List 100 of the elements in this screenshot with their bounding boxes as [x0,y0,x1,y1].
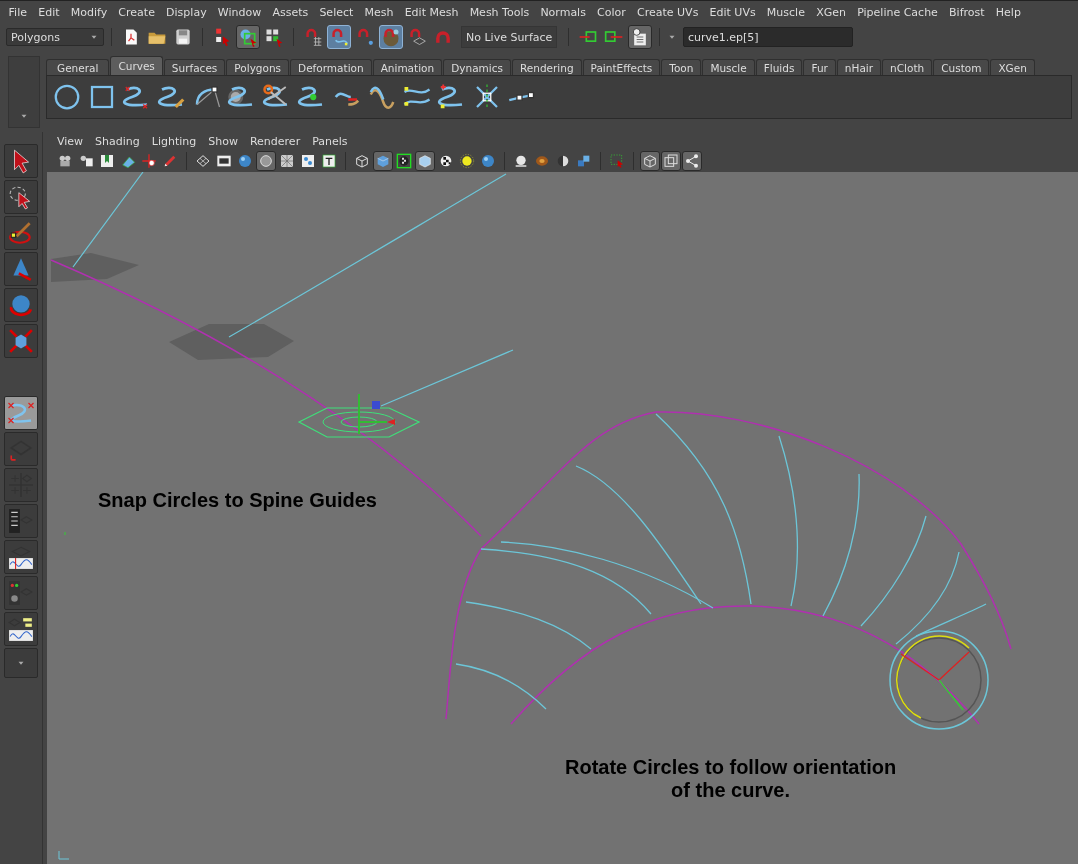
snap-plane-icon [407,27,427,47]
tool-button[interactable] [4,540,38,574]
shelf-tab[interactable]: Curves [110,56,163,75]
menu-item[interactable]: Edit [32,5,66,19]
shelf-tab[interactable]: nCloth [882,59,933,75]
cube-icon [375,153,391,169]
shelf-tab[interactable]: Deformation [290,59,372,75]
panel-menu-item[interactable]: View [51,134,90,148]
circle-icon [52,82,82,112]
shelf-tab[interactable]: PaintEffects [582,59,661,75]
panel-button[interactable] [139,151,159,171]
panel-button[interactable] [373,151,393,171]
menu-item[interactable]: Mesh Tools [464,5,535,19]
snap-curve-icon [329,27,349,47]
magnet-icon [435,30,451,44]
shelf-tab[interactable]: XGen [990,59,1035,75]
panel-menu-item[interactable]: Shading [89,134,146,148]
camera-attributes-icon [78,153,94,169]
menu-item[interactable]: Assets [266,5,314,19]
text-icon [321,153,337,169]
hypershade-view-icon [8,580,34,606]
shelf-tab[interactable]: Fluids [755,59,803,75]
panel-menu-item[interactable]: Renderer [243,134,307,148]
menu-item[interactable]: Help [990,5,1027,19]
tool-button[interactable] [4,612,38,646]
pencil-icon [162,153,178,169]
tool-button[interactable] [4,180,38,214]
object-select-icon [238,27,258,47]
panel-button[interactable] [415,151,435,171]
scale-cube-icon [8,328,34,354]
menu-item[interactable]: Window [212,5,267,19]
panel-menu-item[interactable]: Panels [306,134,354,148]
menu-item[interactable]: Normals [534,5,592,19]
panel-button[interactable] [394,151,414,171]
panel-button[interactable] [457,151,477,171]
share-icon [684,153,700,169]
shelf-tab[interactable]: Rendering [511,59,582,75]
grid-icon [195,153,211,169]
panel-button[interactable] [661,151,681,171]
checker-ball-icon [438,153,454,169]
toolbar-button[interactable] [236,25,260,49]
cube-icon [417,153,433,169]
shelf-tab[interactable]: Muscle [702,59,755,75]
shelf-tab[interactable]: Dynamics [443,59,511,75]
sphere-icon [480,153,496,169]
snap-point-icon [355,27,375,47]
tool-button[interactable] [4,396,38,430]
menu-item[interactable]: Color [591,5,632,19]
menu-item[interactable]: Select [313,5,359,19]
panel-button[interactable] [256,151,276,171]
multi-view-icon [8,616,34,642]
graph-view-icon [8,544,34,570]
component-select-icon [264,27,284,47]
textured-sphere-icon [534,153,550,169]
menu-item[interactable]: Bifrost [943,5,991,19]
menu-item[interactable]: Modify [65,5,113,19]
snap-grid-icon [303,27,323,47]
shelf-tab[interactable]: Animation [372,59,443,75]
select-region-icon [609,153,625,169]
shelf-tab[interactable]: nHair [836,59,882,75]
grid-icon [279,153,295,169]
menu-item[interactable]: Display [160,5,213,19]
camera-icon [57,153,73,169]
menu-item[interactable]: Muscle [761,5,811,19]
sphere-icon [513,153,529,169]
film-gate-icon [216,153,232,169]
panel-button[interactable] [682,151,702,171]
panel-button[interactable] [640,151,660,171]
shelf-tab[interactable]: Fur [803,59,836,75]
menu-item[interactable]: Create [112,5,161,19]
menu-item[interactable]: Mesh [358,5,400,19]
selection-input-field[interactable]: curve1.ep[5] [683,27,853,47]
mode-dropdown[interactable]: Polygons [6,28,104,46]
menu-item[interactable]: Create UVs [631,5,704,19]
shelf-tab[interactable]: Surfaces [163,59,226,75]
sphere-icon [237,153,253,169]
light-icon [459,153,475,169]
shelf-tab[interactable]: Custom [933,59,990,75]
menu-item[interactable]: Pipeline Cache [851,5,944,19]
live-surface-field[interactable]: No Live Surface [461,26,557,48]
panel-menu-item[interactable]: Lighting [145,134,203,148]
panel-menu-item[interactable]: Show [202,134,244,148]
tool-button[interactable] [4,324,38,358]
shelf-tab[interactable]: Toon [661,59,702,75]
menu-item[interactable]: Edit Mesh [399,5,465,19]
menu-item[interactable]: XGen [810,5,852,19]
menu-item[interactable]: Edit UVs [703,5,762,19]
bookmark-icon [99,153,115,169]
shelf-handle[interactable] [8,56,40,128]
panel-button[interactable] [319,151,339,171]
save-icon [173,27,193,47]
circle-icon [258,153,274,169]
tool-button[interactable] [4,144,38,178]
toolbar-button[interactable] [628,25,652,49]
shelf-tab[interactable]: General [46,59,110,75]
cube-icon [354,153,370,169]
menu-item[interactable]: File [3,5,33,19]
annotation-text: Rotate Circles to follow orientation of the curve. [565,756,897,802]
shelf-tab[interactable]: Polygons [226,59,290,75]
checker-ball-icon [396,153,412,169]
